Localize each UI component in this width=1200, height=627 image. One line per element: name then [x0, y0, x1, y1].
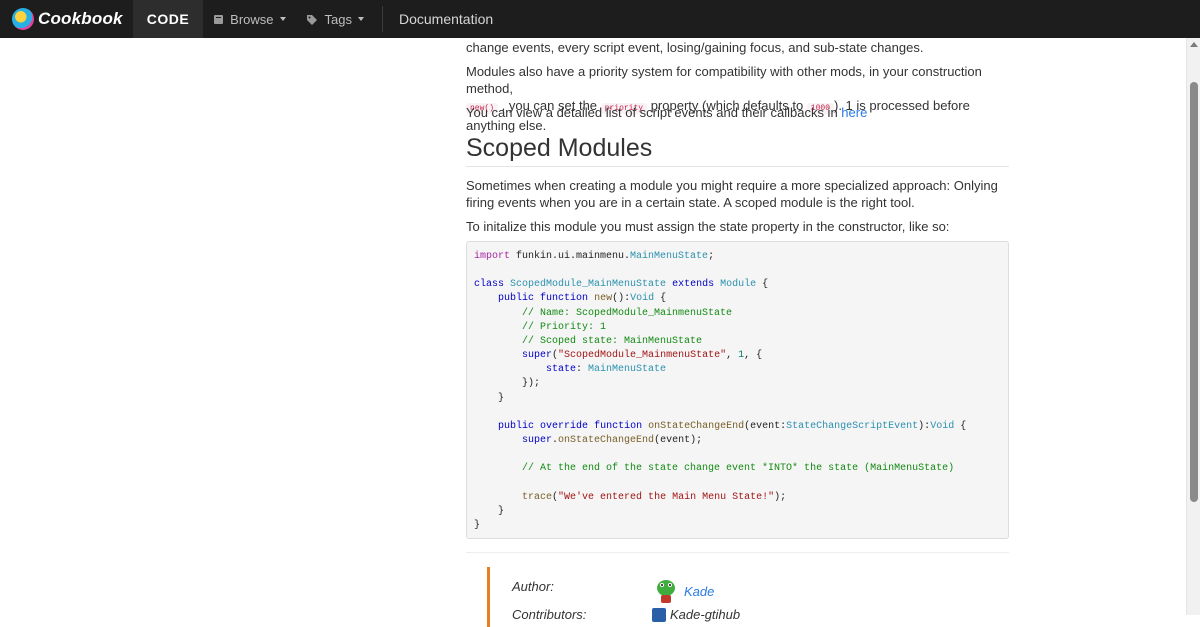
- contributor-avatar[interactable]: [652, 608, 666, 622]
- code-block[interactable]: import funkin.ui.mainmenu.MainMenuState;…: [466, 241, 1009, 539]
- documentation-link[interactable]: Documentation: [391, 0, 501, 38]
- paragraph-events-list: You can view a detailed list of script e…: [466, 104, 1009, 121]
- author-box: Author: Contributors:: [487, 567, 790, 627]
- tags-menu[interactable]: Tags: [296, 0, 374, 38]
- author-avatar[interactable]: [652, 576, 680, 604]
- brand-link[interactable]: Cookbook: [0, 0, 133, 38]
- tags-label: Tags: [324, 11, 352, 27]
- book-icon: [214, 14, 224, 24]
- paragraph-focus-events: change events, every script event, losin…: [466, 40, 924, 55]
- chevron-down-icon: [358, 17, 364, 21]
- scoped-modules-heading: Scoped Modules: [466, 133, 1009, 167]
- paragraph-initialize: To initalize this module you must assign…: [466, 219, 950, 234]
- code-tab[interactable]: CODE: [132, 0, 204, 38]
- vertical-scrollbar[interactable]: [1186, 38, 1200, 615]
- events-list-text: You can view a detailed list of script e…: [466, 105, 838, 120]
- brand-name: Cookbook: [38, 9, 123, 28]
- priority-text-1: Modules also have a priority system for …: [466, 64, 982, 96]
- events-list-link[interactable]: here: [841, 105, 867, 120]
- browse-label: Browse: [230, 11, 274, 27]
- tags-icon: [306, 14, 317, 25]
- author-name-link[interactable]: Kade: [684, 584, 714, 599]
- chevron-down-icon: [279, 17, 286, 21]
- paragraph-priority: Modules also have a priority system for …: [466, 63, 1009, 134]
- content-separator: [466, 552, 1009, 553]
- top-navbar: Cookbook CODE Browse Tags Documentation: [0, 0, 1200, 38]
- nav-divider: [382, 6, 383, 32]
- scroll-up-arrow-icon[interactable]: [1190, 42, 1198, 47]
- cookbook-logo-icon: [12, 8, 34, 30]
- paragraph-scoped-intro: Sometimes when creating a module you mig…: [466, 178, 998, 210]
- browse-menu[interactable]: Browse: [203, 0, 295, 38]
- author-label: Author:: [512, 579, 554, 594]
- scrollbar-thumb[interactable]: [1190, 82, 1198, 502]
